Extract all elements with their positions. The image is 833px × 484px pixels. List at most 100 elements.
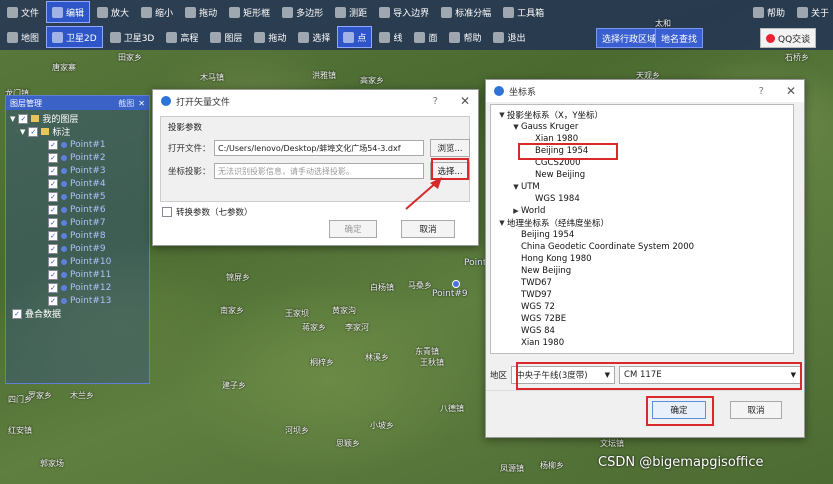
toolbar-button[interactable]: 多边形 <box>277 2 328 22</box>
convert-params-row[interactable]: 转换参数（七参数） <box>162 206 253 218</box>
toolbar-button[interactable]: 导入边界 <box>374 2 434 22</box>
toolbar-button[interactable]: 缩小 <box>136 2 178 22</box>
chevron-right-icon[interactable]: ▶ <box>511 207 521 215</box>
toolbar-button[interactable]: 点 <box>337 26 373 48</box>
tree-node[interactable]: WGS 72 <box>491 301 555 313</box>
tree-node[interactable]: ▼ 地理坐标系（经纬度坐标） <box>491 217 609 229</box>
layer-checkbox[interactable]: ✓ <box>48 139 58 150</box>
toolbar-button[interactable]: 帮助 <box>748 2 790 22</box>
toolbar-button[interactable]: 测距 <box>330 2 372 22</box>
tree-node[interactable]: WGS 84 <box>491 325 555 337</box>
coordinate-system-tree[interactable]: ▼ 投影坐标系（X，Y坐标） ▼ Gauss Kruger Xian 1980 Beiji… <box>490 104 794 354</box>
tree-node[interactable]: ▼ UTM <box>491 181 539 193</box>
toolbar-button[interactable]: 卫星3D <box>105 27 160 47</box>
layer-checkbox[interactable]: ✓ <box>48 269 58 280</box>
toolbar-button[interactable]: 地图 <box>2 27 44 47</box>
tree-node[interactable]: ▼ 投影坐标系（X，Y坐标） <box>491 109 603 121</box>
toolbar-button[interactable]: 卫星2D <box>46 26 103 48</box>
toolbar-button[interactable]: 拖动 <box>249 27 291 47</box>
chevron-down-icon[interactable]: ▼ <box>511 183 521 191</box>
chevron-down-icon[interactable]: ▼ <box>511 123 521 131</box>
toolbar-button[interactable]: 帮助 <box>444 27 486 47</box>
tree-node[interactable]: WGS 72BE <box>491 313 566 325</box>
browse-button[interactable]: 浏览... <box>430 139 470 157</box>
tree-node[interactable]: New Beijing <box>491 169 585 181</box>
layer-checkbox[interactable]: ✓ <box>48 178 58 189</box>
layer-checkbox[interactable]: ✓ <box>48 204 58 215</box>
layer-point-item[interactable]: ✓ Point#8 <box>10 229 145 242</box>
toolbar-button[interactable]: 编辑 <box>46 1 91 23</box>
layer-checkbox[interactable]: ✓ <box>48 243 58 254</box>
ok-button[interactable]: 确定 <box>329 220 377 238</box>
tree-node[interactable]: ▶ World <box>491 205 545 217</box>
layer-point-item[interactable]: ✓ Point#13 <box>10 294 145 307</box>
toolbar-button[interactable]: 标准分幅 <box>436 2 496 22</box>
cancel-button[interactable]: 取消 <box>401 220 455 238</box>
layer-point-item[interactable]: ✓ Point#5 <box>10 190 145 203</box>
close-icon[interactable]: ✕ <box>786 84 796 98</box>
help-icon[interactable]: ? <box>759 86 764 97</box>
layer-group[interactable]: ▼ ✓ 标注 <box>10 125 145 138</box>
layer-checkbox[interactable]: ✓ <box>48 256 58 267</box>
layer-checkbox[interactable]: ✓ <box>28 126 39 137</box>
map-point-marker[interactable] <box>452 280 460 288</box>
layer-checkbox[interactable]: ✓ <box>48 230 58 241</box>
convert-params-checkbox[interactable] <box>162 207 172 217</box>
toolbar-button[interactable]: 退出 <box>488 27 530 47</box>
toolbar-button[interactable]: 放大 <box>92 2 134 22</box>
layer-checkbox[interactable]: ✓ <box>12 308 22 319</box>
layer-checkbox[interactable]: ✓ <box>48 152 58 163</box>
toolbar-button[interactable]: 选择 <box>293 27 335 47</box>
toolbar-button[interactable]: 线 <box>374 27 407 47</box>
tree-node[interactable]: China Geodetic Coordinate System 2000 <box>491 241 694 253</box>
layer-point-item[interactable]: ✓ Point#11 <box>10 268 145 281</box>
projection-input[interactable]: 无法识别投影信息，请手动选择投影。 <box>214 163 424 179</box>
chevron-down-icon[interactable]: ▼ <box>497 111 507 119</box>
file-path-input[interactable]: C:/Users/lenovo/Desktop/蚌埠文化广场54-3.dxf <box>214 140 424 156</box>
layer-checkbox[interactable]: ✓ <box>48 295 58 306</box>
layer-checkbox[interactable]: ✓ <box>48 217 58 228</box>
tree-node[interactable]: Hong Kong 1980 <box>491 253 592 265</box>
toolbar-button[interactable]: 文件 <box>2 2 44 22</box>
toolbar-button[interactable]: 高程 <box>161 27 203 47</box>
screenshot-button[interactable]: 截图 <box>118 98 134 109</box>
layer-point-item[interactable]: ✓ Point#10 <box>10 255 145 268</box>
tree-node[interactable]: TWD97 <box>491 289 552 301</box>
layer-point-item[interactable]: ✓ Point#1 <box>10 138 145 151</box>
layer-checkbox[interactable]: ✓ <box>48 191 58 202</box>
toolbar-button[interactable]: 矩形框 <box>224 2 275 22</box>
chevron-down-icon[interactable]: ▼ <box>497 219 507 227</box>
toolbar-button[interactable]: 图层 <box>205 27 247 47</box>
tree-node[interactable]: New Beijing <box>491 265 571 277</box>
qq-chat-button[interactable]: QQ交谈 <box>760 28 817 48</box>
tree-node[interactable]: ▼ Gauss Kruger <box>491 121 578 133</box>
layer-checkbox[interactable]: ✓ <box>48 282 58 293</box>
toolbar-button[interactable]: 面 <box>409 27 442 47</box>
chevron-down-icon[interactable]: ▼ <box>10 115 15 123</box>
close-icon[interactable]: ✕ <box>460 94 470 108</box>
layer-point-item[interactable]: ✓ Point#3 <box>10 164 145 177</box>
tree-node[interactable]: Xian 1980 <box>491 337 564 349</box>
close-icon[interactable]: ✕ <box>138 99 145 108</box>
help-icon[interactable]: ? <box>433 96 438 107</box>
layer-point-item[interactable]: ✓ Point#9 <box>10 242 145 255</box>
toolbar-button[interactable]: 关于 <box>792 2 833 22</box>
tree-node[interactable]: TWD67 <box>491 277 552 289</box>
layer-root[interactable]: ▼ ✓ 我的图层 <box>10 112 145 125</box>
layer-checkbox[interactable]: ✓ <box>18 113 29 124</box>
toolbar-button[interactable]: 拖动 <box>180 2 222 22</box>
layer-checkbox[interactable]: ✓ <box>48 165 58 176</box>
layer-point-item[interactable]: ✓ Point#12 <box>10 281 145 294</box>
chevron-down-icon[interactable]: ▼ <box>20 128 25 136</box>
toolbar-button[interactable]: 工具箱 <box>498 2 549 22</box>
layer-point-item[interactable]: ✓ Point#2 <box>10 151 145 164</box>
tree-node[interactable]: Beijing 1954 <box>491 229 574 241</box>
select-region-button[interactable]: 选择行政区域 <box>596 28 663 48</box>
satellite-map[interactable]: 文件 编辑 放大 缩小 拖动 矩形框 多边形 测距 导入边界 标准分幅 工具箱 帮助 关于 地图 卫星2… <box>0 0 833 484</box>
layer-combined[interactable]: ✓ 叠合数据 <box>10 307 145 320</box>
cancel-button[interactable]: 取消 <box>730 401 782 419</box>
tree-node[interactable]: WGS 1984 <box>491 193 580 205</box>
layer-point-item[interactable]: ✓ Point#4 <box>10 177 145 190</box>
place-search-button[interactable]: 地名查找 <box>655 28 704 48</box>
layer-point-item[interactable]: ✓ Point#6 <box>10 203 145 216</box>
